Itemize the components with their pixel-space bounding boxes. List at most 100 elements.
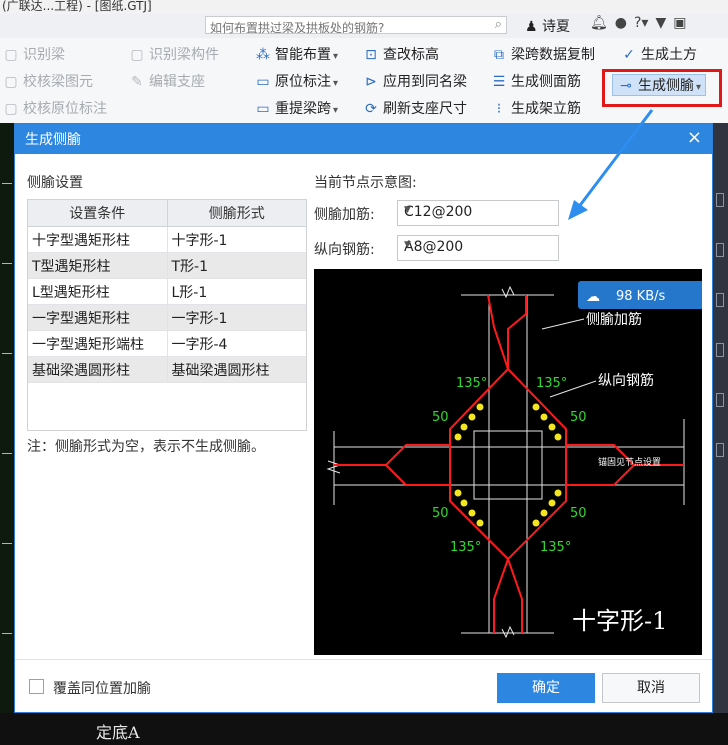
search-icon[interactable]: ⌕ — [495, 17, 502, 32]
table-row[interactable]: 十字型遇矩形柱 十字形-1 — [28, 226, 306, 253]
tool-icon[interactable] — [716, 443, 724, 457]
table-row[interactable]: 一字型遇矩形端柱 一字形-4 — [28, 330, 306, 357]
copy-span-data-button[interactable]: ⧉ 梁跨数据复制 — [490, 44, 595, 66]
table-row[interactable]: 基础梁遇圆形柱 基础梁遇圆形柱 — [28, 356, 306, 383]
chevron-down-icon[interactable]: ▼ — [404, 240, 552, 250]
dialog-title: 生成侧腧 — [25, 132, 81, 148]
cad-canvas-left[interactable] — [0, 123, 14, 745]
chat-icon[interactable]: ● — [615, 15, 627, 31]
cell-condition: 十字型遇矩形柱 — [28, 226, 168, 253]
cad-canvas-bottom[interactable]: 定底A — [0, 713, 728, 745]
chevron-down-icon[interactable]: ▼ — [404, 205, 552, 215]
cad-text: 定底A — [96, 723, 140, 742]
label-anchor: 锚固见节点设置 — [598, 456, 661, 468]
help-search-box[interactable]: ⌕ — [205, 16, 507, 36]
dim-label: 50 — [570, 410, 587, 425]
tool-icon[interactable] — [716, 243, 724, 257]
ok-button[interactable]: 确定 — [497, 673, 595, 703]
footer-divider — [15, 659, 712, 660]
tool-icon[interactable] — [716, 293, 724, 307]
gen-erection-rebar-button[interactable]: ⁝ 生成架立筋 — [490, 98, 581, 120]
haunch-settings-table: 设置条件 侧腧形式 十字型遇矩形柱 十字形-1 T型遇矩形柱 T形-1 L型遇矩形柱… — [27, 199, 307, 431]
re-extract-icon: ▭ — [256, 101, 270, 117]
cell-form[interactable]: 基础梁遇圆形柱 — [167, 356, 306, 383]
elevation-icon: ⊡ — [365, 47, 377, 63]
top-bar: ⌕ ♟ 诗夏 🔔︎ ● ?▾ ▼ ▣ — [0, 14, 728, 39]
re-extract-span-button[interactable]: ▭ 重提梁跨 ▾ — [254, 98, 338, 120]
identify-beam-button[interactable]: ▢ 识别梁 — [2, 44, 65, 66]
tool-icon[interactable] — [716, 393, 724, 407]
check-mark-icon: ▢ — [4, 101, 18, 117]
edit-elevation-button[interactable]: ⊡ 查改标高 — [362, 44, 439, 66]
cancel-button[interactable]: 取消 — [602, 673, 700, 703]
help-search-input[interactable] — [206, 20, 484, 36]
refresh-support-size-button[interactable]: ⟳ 刷新支座尺寸 — [362, 98, 467, 120]
chevron-down-icon: ▾ — [333, 78, 339, 89]
close-icon[interactable]: × — [687, 127, 702, 148]
user-name: 诗夏 — [542, 19, 571, 35]
check-origin-mark-button[interactable]: ▢ 校核原位标注 — [2, 98, 107, 120]
table-row[interactable]: 一字型遇矩形柱 一字形-1 — [28, 304, 306, 331]
overwrite-label[interactable]: 覆盖同位置加腧 — [53, 678, 151, 698]
cell-form[interactable]: 一字形-4 — [167, 330, 306, 357]
tool-icon[interactable] — [716, 343, 724, 357]
tool-icon[interactable] — [716, 193, 724, 207]
side-toolbar — [713, 123, 728, 745]
window-icon[interactable]: ▣ — [673, 15, 686, 31]
gen-haunch-dialog: 生成侧腧 × 侧腧设置 设置条件 侧腧形式 十字型遇矩形柱 十字形-1 T型遇矩形… — [14, 123, 713, 713]
check-beam-element-button[interactable]: ▢ 校核梁图元 — [2, 71, 93, 93]
cell-condition: 基础梁遇圆形柱 — [28, 356, 168, 383]
form-name-label: 十字形-1 — [572, 607, 667, 635]
long-rebar-select[interactable]: A8@200 ▼ — [397, 235, 559, 261]
speed-text: 98 KB/s — [616, 289, 665, 304]
gen-side-rebar-button[interactable]: ☰ 生成侧面筋 — [490, 71, 581, 93]
table-row[interactable]: T型遇矩形柱 T形-1 — [28, 252, 306, 279]
edit-icon: ✎ — [131, 74, 143, 90]
gen-earthwork-button[interactable]: ✓ 生成土方 — [620, 44, 697, 66]
member-icon: ▢ — [130, 47, 144, 63]
user-icon: ♟ — [525, 19, 538, 35]
dim-label: 50 — [432, 410, 449, 425]
help-icon[interactable]: ?▾ — [634, 15, 648, 31]
top-icons: 🔔︎ ● ?▾ ▼ ▣ — [590, 15, 693, 31]
node-diagram: 侧腧加筋 纵向钢筋 锚固见节点设置 135° 135° 135° 135° 50… — [314, 269, 702, 655]
long-rebar-label: 纵向钢筋: — [314, 242, 375, 258]
angle-label: 135° — [540, 540, 571, 555]
label-haunch-rebar: 侧腧加筋 — [586, 311, 642, 328]
cell-condition: 一字型遇矩形端柱 — [28, 330, 168, 357]
bell-icon[interactable]: 🔔︎ — [590, 15, 608, 31]
apply-same-beam-button[interactable]: ⊳ 应用到同名梁 — [362, 71, 467, 93]
haunch-rebar-label: 侧腧加筋: — [314, 207, 375, 223]
window-title: (广联达...工程) - [图纸.GTJ] — [2, 0, 152, 13]
node-diagram-svg: 侧腧加筋 纵向钢筋 锚固见节点设置 135° 135° 135° 135° 50… — [326, 281, 702, 639]
cell-form[interactable]: L形-1 — [167, 278, 306, 305]
origin-mark-button[interactable]: ▭ 原位标注 ▾ — [254, 71, 338, 93]
edit-support-button[interactable]: ✎ 编辑支座 — [128, 71, 205, 93]
origin-mark-icon: ▭ — [256, 74, 270, 90]
cell-condition: L型遇矩形柱 — [28, 278, 168, 305]
window-title-bar: (广联达...工程) - [图纸.GTJ] — [0, 0, 728, 14]
smart-place-icon: ⁂ — [256, 47, 270, 63]
cell-form[interactable]: 十字形-1 — [167, 226, 306, 253]
smart-place-button[interactable]: ⁂ 智能布置 ▾ — [254, 44, 338, 66]
table-row[interactable]: L型遇矩形柱 L形-1 — [28, 278, 306, 305]
angle-label: 135° — [450, 540, 481, 555]
refresh-icon: ⟳ — [365, 101, 377, 117]
cell-form[interactable]: 一字形-1 — [167, 304, 306, 331]
cell-form[interactable]: T形-1 — [167, 252, 306, 279]
identify-beam-member-button[interactable]: ▢ 识别梁构件 — [128, 44, 219, 66]
erection-rebar-icon: ⁝ — [496, 101, 502, 117]
angle-label: 135° — [536, 376, 567, 391]
identify-icon: ▢ — [4, 47, 18, 63]
node-diagram-label: 当前节点示意图: — [314, 175, 417, 191]
user-info[interactable]: ♟ 诗夏 — [525, 16, 570, 36]
overwrite-checkbox[interactable] — [29, 679, 44, 694]
haunch-settings-label: 侧腧设置 — [27, 175, 83, 191]
angle-label: 135° — [456, 376, 487, 391]
cell-condition: 一字型遇矩形柱 — [28, 304, 168, 331]
side-rebar-icon: ☰ — [492, 74, 506, 90]
shirt-icon[interactable]: ▼ — [655, 15, 666, 31]
chevron-down-icon: ▾ — [333, 105, 339, 116]
cell-condition: T型遇矩形柱 — [28, 252, 168, 279]
haunch-rebar-select[interactable]: C12@200 ▼ — [397, 200, 559, 226]
